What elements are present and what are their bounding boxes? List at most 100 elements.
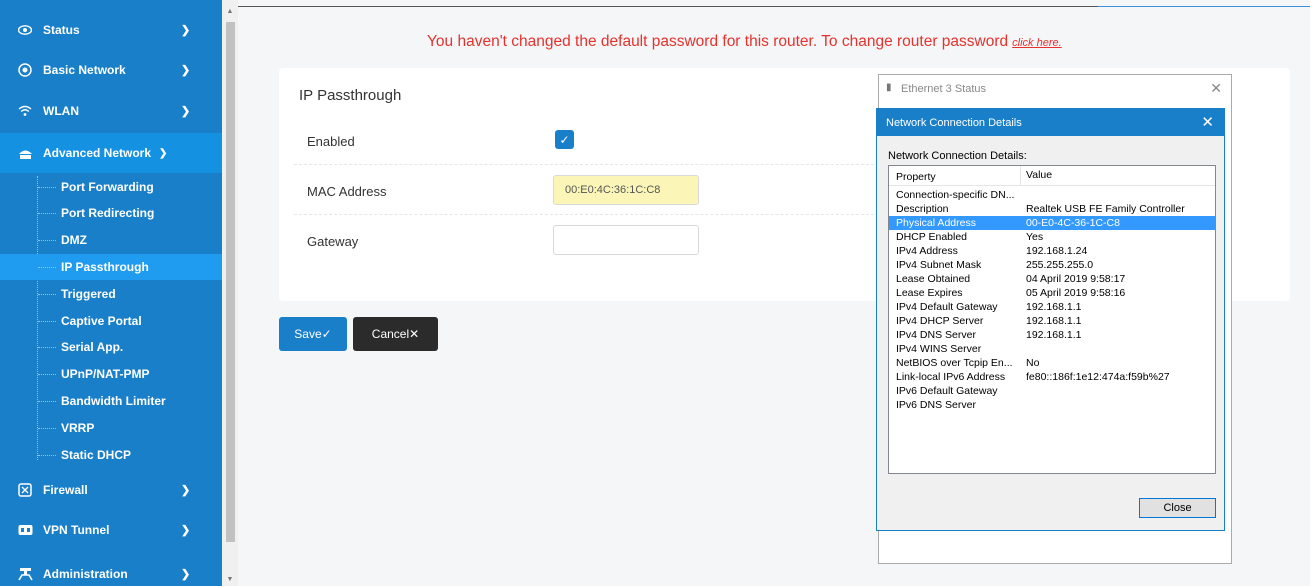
list-item[interactable]: IPv6 Default Gateway <box>889 384 1215 398</box>
menu-item-status[interactable]: Status ❯ <box>0 12 222 48</box>
submenu-item-port-forwarding[interactable]: Port Forwarding <box>0 174 222 200</box>
menu-item-label: Firewall <box>43 483 88 497</box>
page-scrollbar[interactable]: ▲ ▼ <box>222 0 238 586</box>
property-cell: IPv4 DHCP Server <box>896 315 984 327</box>
chevron-right-icon: ❯ <box>181 484 191 497</box>
gateway-input[interactable] <box>553 225 699 255</box>
submenu-item-dmz[interactable]: DMZ <box>0 227 222 253</box>
menu-item-label: Status <box>43 23 80 37</box>
menu-item-vpn-tunnel[interactable]: VPN Tunnel ❯ <box>0 512 222 548</box>
eye-icon <box>17 22 33 38</box>
chevron-down-icon: ❯ <box>159 147 168 159</box>
dialog-titlebar: Network Connection Details ✕ <box>877 109 1224 136</box>
sidebar: Status ❯ Basic Network ❯ WLAN ❯ Advanced… <box>0 0 222 586</box>
admin-icon <box>17 566 33 582</box>
mac-address-input[interactable]: 00:E0:4C:36:1C:C8 <box>553 175 699 205</box>
menu-item-firewall[interactable]: Firewall ❯ <box>0 472 222 508</box>
value-cell: Yes <box>1026 231 1044 243</box>
menu-item-label: Administration <box>43 567 128 581</box>
top-divider <box>238 6 1098 7</box>
submenu-item-upnp[interactable]: UPnP/NAT-PMP <box>0 361 222 387</box>
list-item[interactable]: IPv4 WINS Server <box>889 342 1215 356</box>
change-password-link[interactable]: click here. <box>1012 37 1062 49</box>
scroll-up-icon[interactable]: ▲ <box>222 4 238 18</box>
property-cell: Connection-specific DN... <box>896 189 1015 201</box>
value-cell: 255.255.255.0 <box>1026 259 1094 271</box>
close-icon[interactable]: ✕ <box>1210 80 1222 97</box>
value-cell: 192.168.1.1 <box>1026 301 1082 313</box>
close-icon[interactable]: ✕ <box>1201 113 1214 131</box>
list-item[interactable]: IPv4 DHCP Server 192.168.1.1 <box>889 314 1215 328</box>
scroll-down-icon[interactable]: ▼ <box>222 572 238 586</box>
menu-item-basic-network[interactable]: Basic Network ❯ <box>0 52 222 88</box>
list-item[interactable]: Lease Obtained 04 April 2019 9:58:17 <box>889 272 1215 286</box>
window-title: Ethernet 3 Status <box>901 83 986 95</box>
list-item-selected[interactable]: Physical Address 00-E0-4C-36-1C-C8 <box>889 216 1215 230</box>
submenu-item-vrrp[interactable]: VRRP <box>0 415 222 441</box>
dialog-subtitle: Network Connection Details: <box>888 150 1027 162</box>
property-cell: Description <box>896 203 949 215</box>
list-item[interactable]: IPv4 Default Gateway 192.168.1.1 <box>889 300 1215 314</box>
property-cell: NetBIOS over Tcpip En... <box>896 357 1013 369</box>
details-list[interactable]: Property Value Connection-specific DN...… <box>888 165 1216 474</box>
chevron-right-icon: ❯ <box>181 105 191 118</box>
property-cell: Link-local IPv6 Address <box>896 371 1006 383</box>
password-warning: You haven't changed the default password… <box>427 33 1062 51</box>
warning-text: You haven't changed the default password… <box>427 33 1009 50</box>
list-item[interactable]: IPv4 DNS Server 192.168.1.1 <box>889 328 1215 342</box>
value-cell: 192.168.1.1 <box>1026 315 1082 327</box>
list-item[interactable]: Lease Expires 05 April 2019 9:58:16 <box>889 286 1215 300</box>
cancel-button[interactable]: Cancel✕ <box>353 317 438 351</box>
dialog-title: Network Connection Details <box>886 117 1022 129</box>
property-cell: Physical Address <box>896 217 976 229</box>
list-item[interactable]: NetBIOS over Tcpip En... No <box>889 356 1215 370</box>
list-item[interactable]: IPv4 Subnet Mask 255.255.255.0 <box>889 258 1215 272</box>
value-cell: fe80::186f:1e12:474a:f59b%27 <box>1026 371 1170 383</box>
menu-item-label: VPN Tunnel <box>43 523 110 537</box>
list-item[interactable]: DHCP Enabled Yes <box>889 230 1215 244</box>
value-cell: 04 April 2019 9:58:17 <box>1026 273 1126 285</box>
menu-item-administration[interactable]: Administration ❯ <box>0 556 222 586</box>
enabled-checkbox[interactable]: ✓ <box>555 130 574 149</box>
close-button[interactable]: Close <box>1139 498 1216 518</box>
wifi-icon <box>17 103 33 119</box>
menu-item-label: WLAN <box>43 104 79 118</box>
list-item[interactable]: IPv6 DNS Server <box>889 398 1215 412</box>
submenu-item-serial-app[interactable]: Serial App. <box>0 334 222 360</box>
value-cell: 00-E0-4C-36-1C-C8 <box>1026 217 1120 229</box>
submenu-item-bandwidth-limiter[interactable]: Bandwidth Limiter <box>0 388 222 414</box>
property-cell: Lease Expires <box>896 287 963 299</box>
submenu-item-captive-portal[interactable]: Captive Portal <box>0 308 222 334</box>
list-item[interactable]: Description Realtek USB FE Family Control… <box>889 202 1215 216</box>
value-cell: 192.168.1.24 <box>1026 245 1088 257</box>
submenu-item-ip-passthrough[interactable]: IP Passthrough <box>0 254 222 280</box>
column-header-value[interactable]: Value <box>1026 169 1052 181</box>
list-item[interactable]: Connection-specific DN... <box>889 188 1215 202</box>
property-cell: IPv6 Default Gateway <box>896 385 998 397</box>
menu-item-wlan[interactable]: WLAN ❯ <box>0 93 222 129</box>
list-item[interactable]: Link-local IPv6 Address fe80::186f:1e12:4… <box>889 370 1215 384</box>
property-cell: DHCP Enabled <box>896 231 968 243</box>
menu-item-advanced-network[interactable]: Advanced Network ❯ <box>0 133 222 173</box>
scrollbar-thumb[interactable] <box>226 22 235 542</box>
value-cell: 05 April 2019 9:58:16 <box>1026 287 1126 299</box>
property-cell: IPv4 Subnet Mask <box>896 259 982 271</box>
top-divider-accent <box>1098 6 1310 7</box>
panel-title: IP Passthrough <box>299 87 402 104</box>
submenu-item-port-redirecting[interactable]: Port Redirecting <box>0 200 222 226</box>
save-button[interactable]: Save✓ <box>279 317 347 351</box>
globe-icon <box>17 62 33 78</box>
network-adapter-icon: ▮ <box>886 82 892 93</box>
menu-item-label: Advanced Network <box>43 146 152 160</box>
property-cell: IPv4 DNS Server <box>896 329 976 341</box>
list-item[interactable]: IPv4 Address 192.168.1.24 <box>889 244 1215 258</box>
chevron-right-icon: ❯ <box>181 64 191 77</box>
network-icon <box>17 145 33 161</box>
column-header-property[interactable]: Property <box>896 171 936 183</box>
column-divider[interactable] <box>1020 166 1021 186</box>
menu-item-label: Basic Network <box>43 63 126 77</box>
submenu-item-static-dhcp[interactable]: Static DHCP <box>0 442 222 468</box>
mac-address-label: MAC Address <box>307 184 387 199</box>
firewall-icon <box>17 482 33 498</box>
submenu-item-triggered[interactable]: Triggered <box>0 281 222 307</box>
